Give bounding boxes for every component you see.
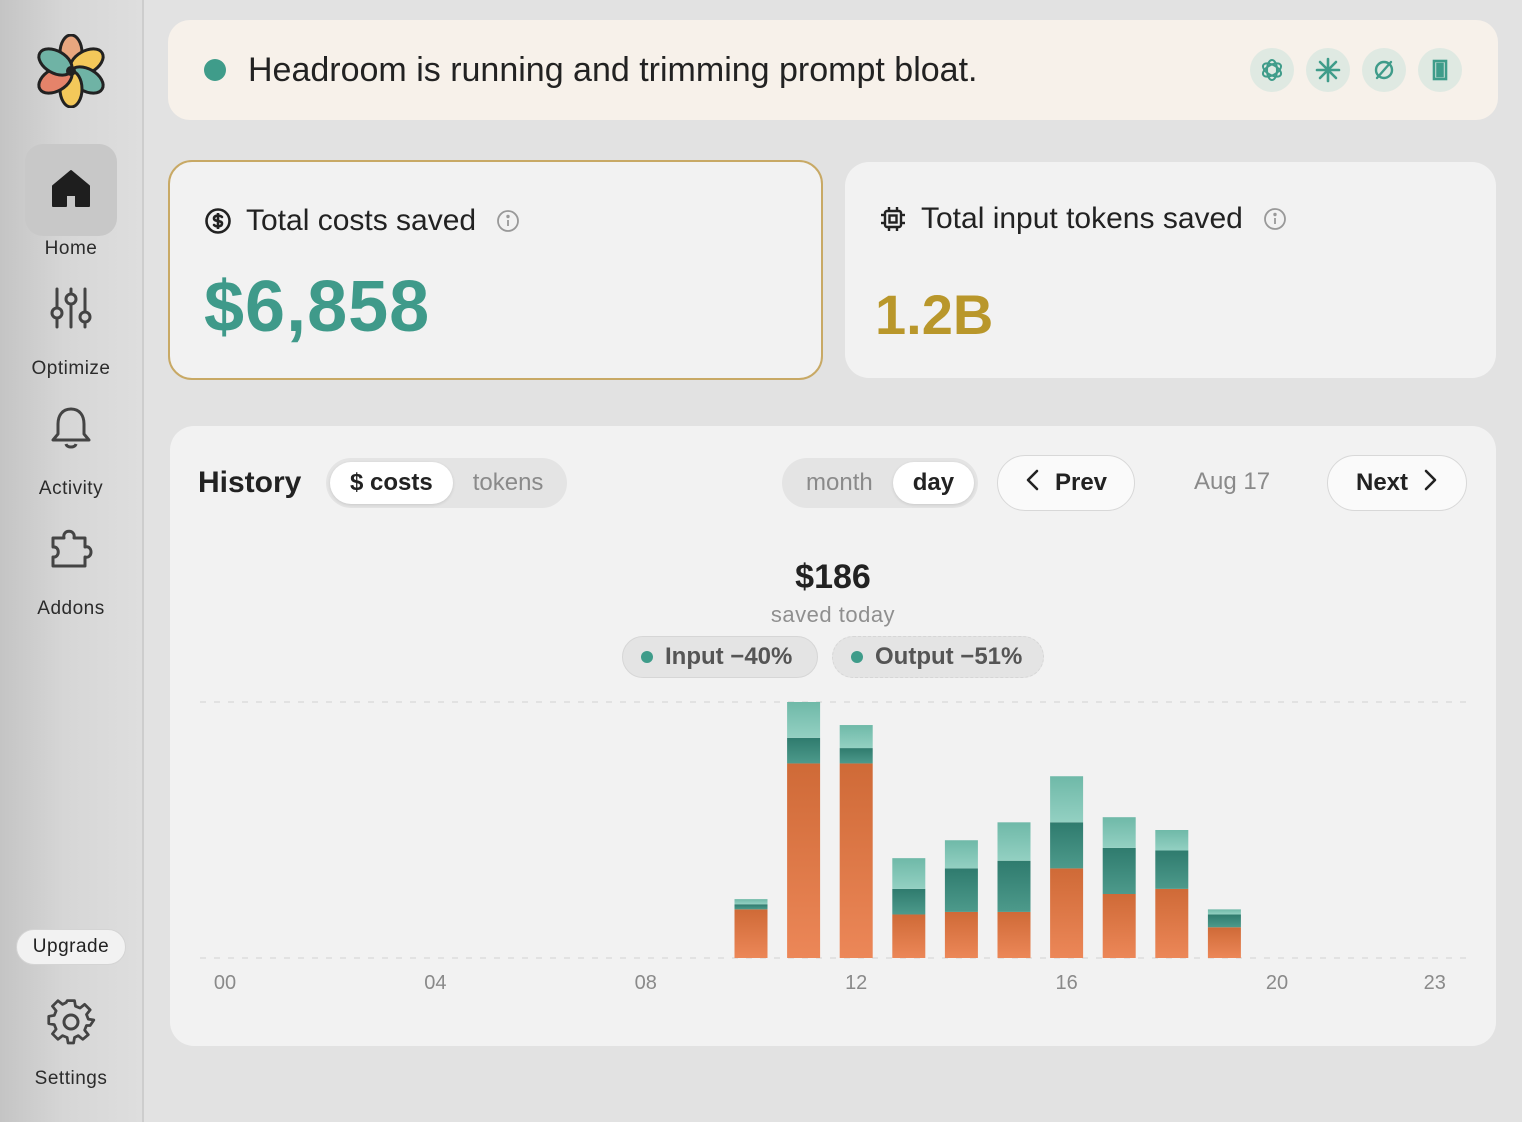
bar-input-segment-16[interactable] — [1050, 822, 1084, 869]
bar-cached-segment-12[interactable] — [839, 725, 873, 749]
sidebar-item-label: Activity — [38, 478, 104, 499]
home-icon — [49, 166, 93, 215]
bar-output-segment-18[interactable] — [1155, 888, 1189, 958]
bar-input-segment-13[interactable] — [892, 888, 926, 915]
bar-input-segment-19[interactable] — [1207, 914, 1241, 928]
total-costs-value: $6,858 — [204, 267, 431, 347]
dollar-circle-icon — [204, 207, 232, 235]
card-header: Total input tokens saved — [879, 202, 1287, 236]
bar-output-segment-17[interactable] — [1102, 894, 1136, 958]
x-tick-label: 04 — [424, 972, 446, 994]
puzzle-icon — [47, 524, 95, 577]
openai-icon[interactable] — [1250, 48, 1294, 92]
total-tokens-card[interactable]: Total input tokens saved 1.2B — [845, 162, 1496, 378]
sliders-icon — [48, 285, 94, 336]
status-text: Headroom is running and trimming prompt … — [248, 50, 978, 89]
history-chart: 00 04 08 12 16 20 23 — [200, 701, 1466, 994]
bar-cached-segment-10[interactable] — [734, 899, 768, 905]
sidebar-item-optimize[interactable]: Optimize — [0, 264, 142, 380]
sidebar-item-label: Home — [44, 238, 98, 259]
bar-input-segment-14[interactable] — [944, 868, 978, 912]
bar-output-segment-11[interactable] — [787, 763, 821, 958]
bar-input-segment-11[interactable] — [787, 737, 821, 764]
card-title: Total input tokens saved — [921, 202, 1243, 235]
history-panel: History $ costs tokens month day Prev Au… — [170, 426, 1496, 1046]
bar-input-segment-10[interactable] — [734, 904, 768, 910]
sidebar: Home Optimize Activity Addons Upgrade Se… — [0, 0, 144, 1122]
bar-output-segment-10[interactable] — [734, 909, 768, 958]
x-tick-label: 23 — [1424, 972, 1446, 994]
bar-output-segment-19[interactable] — [1207, 927, 1241, 958]
x-tick-label: 16 — [1055, 972, 1077, 994]
card-header: Total costs saved — [204, 204, 520, 238]
total-costs-card[interactable]: Total costs saved $6,858 — [168, 160, 823, 380]
bar-cached-segment-16[interactable] — [1050, 776, 1084, 823]
info-icon[interactable] — [1263, 207, 1287, 231]
bar-output-segment-16[interactable] — [1050, 868, 1084, 958]
upgrade-button[interactable]: Upgrade — [16, 929, 126, 965]
bar-output-segment-13[interactable] — [892, 914, 926, 958]
sidebar-item-home[interactable]: Home — [0, 144, 142, 260]
x-tick-label: 08 — [635, 972, 657, 994]
info-icon[interactable] — [496, 209, 520, 233]
sidebar-item-activity[interactable]: Activity — [0, 384, 142, 500]
total-tokens-value: 1.2B — [875, 283, 994, 346]
bar-input-segment-15[interactable] — [997, 860, 1031, 912]
bar-output-segment-14[interactable] — [944, 911, 978, 958]
bar-output-segment-15[interactable] — [997, 911, 1031, 958]
bell-icon — [48, 405, 94, 456]
x-tick-label: 20 — [1266, 972, 1288, 994]
bar-cached-segment-15[interactable] — [997, 822, 1031, 861]
bar-cached-segment-11[interactable] — [787, 702, 821, 738]
sidebar-item-label: Settings — [34, 1068, 108, 1089]
gear-icon — [46, 997, 96, 1052]
status-dot — [204, 59, 226, 81]
status-banner: Headroom is running and trimming prompt … — [168, 20, 1498, 120]
cursor-icon[interactable] — [1362, 48, 1406, 92]
bar-input-segment-17[interactable] — [1102, 847, 1136, 894]
bar-cached-segment-17[interactable] — [1102, 817, 1136, 848]
bar-cached-segment-18[interactable] — [1155, 830, 1189, 851]
sidebar-item-label: Optimize — [31, 358, 111, 379]
card-title: Total costs saved — [246, 204, 477, 237]
anthropic-icon[interactable] — [1306, 48, 1350, 92]
sidebar-item-label: Addons — [37, 598, 105, 619]
bar-output-segment-12[interactable] — [839, 763, 873, 958]
chip-icon — [879, 205, 907, 233]
bar-cached-segment-13[interactable] — [892, 858, 926, 889]
bar-input-segment-18[interactable] — [1155, 850, 1189, 889]
bar-cached-segment-19[interactable] — [1207, 909, 1241, 915]
app-logo[interactable] — [34, 33, 108, 109]
provider-icons — [1250, 48, 1462, 92]
bar-cached-segment-14[interactable] — [944, 840, 978, 869]
sidebar-item-settings[interactable]: Settings — [0, 978, 142, 1090]
gemini-icon[interactable] — [1418, 48, 1462, 92]
x-tick-label: 12 — [845, 972, 867, 994]
bar-input-segment-12[interactable] — [839, 748, 873, 764]
x-tick-label: 00 — [214, 972, 236, 994]
sidebar-item-addons[interactable]: Addons — [0, 504, 142, 620]
